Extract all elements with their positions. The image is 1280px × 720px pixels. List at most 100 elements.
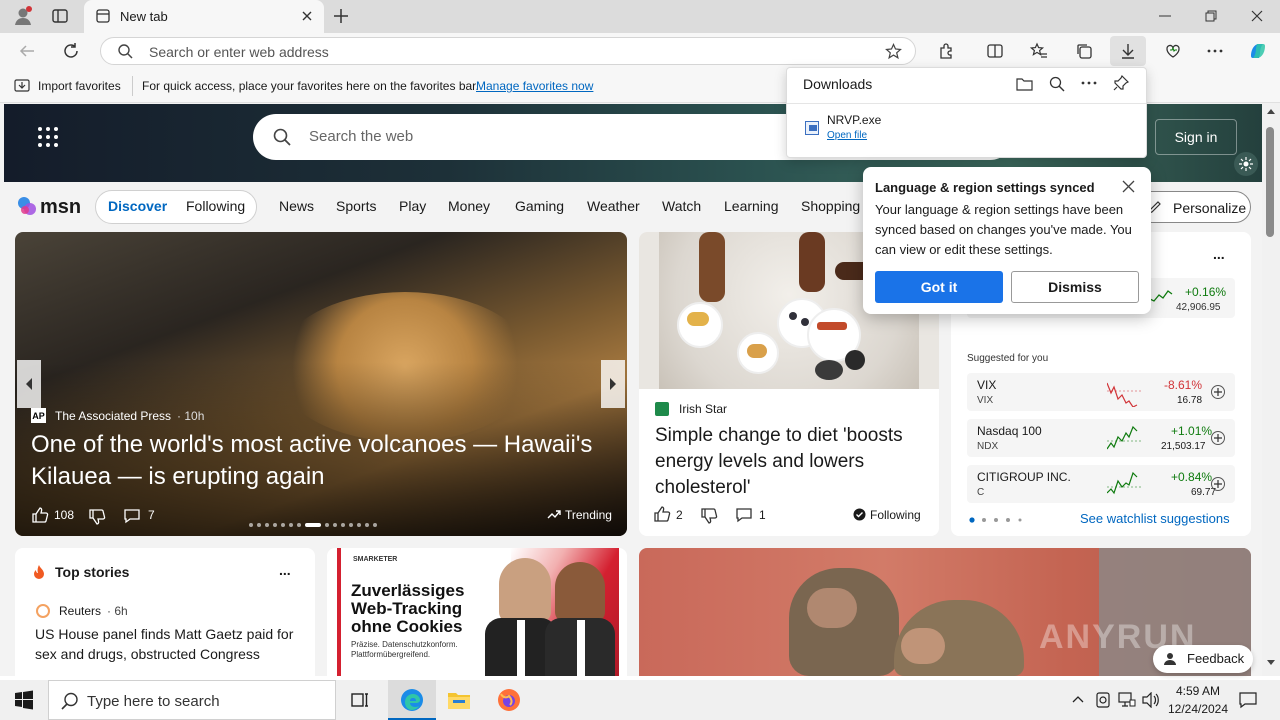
carousel-prev-button[interactable] bbox=[17, 360, 41, 408]
sign-in-button[interactable]: Sign in bbox=[1155, 119, 1237, 155]
msn-logo-text: msn bbox=[40, 196, 81, 218]
close-tab-icon[interactable] bbox=[300, 9, 314, 23]
feedback-button[interactable]: Feedback bbox=[1153, 645, 1253, 673]
msn-logo[interactable]: msn bbox=[16, 191, 82, 219]
edge-taskbar-button[interactable] bbox=[388, 680, 436, 720]
restore-icon[interactable] bbox=[1204, 9, 1218, 23]
top-story-headline[interactable]: US House panel finds Matt Gaetz paid for… bbox=[35, 624, 303, 664]
favorite-star-icon[interactable] bbox=[885, 43, 902, 60]
see-watchlist-suggestions-link[interactable]: See watchlist suggestions bbox=[1080, 511, 1230, 526]
irish-star-logo-icon bbox=[655, 402, 669, 416]
favorites-icon[interactable] bbox=[1024, 36, 1054, 66]
open-folder-icon[interactable] bbox=[1016, 76, 1033, 92]
personalize-label: Personalize bbox=[1173, 200, 1247, 216]
add-c-icon[interactable] bbox=[1211, 477, 1225, 491]
manage-favorites-link[interactable]: Manage favorites now bbox=[476, 79, 593, 93]
side-dislike-icon[interactable] bbox=[700, 507, 718, 525]
pin-icon[interactable] bbox=[1113, 75, 1129, 91]
taskbar-time[interactable]: 4:59 AM bbox=[1172, 684, 1224, 698]
page-scrollbar[interactable] bbox=[1262, 103, 1280, 676]
tab-actions-icon[interactable] bbox=[52, 8, 68, 24]
nav-learning[interactable]: Learning bbox=[724, 198, 779, 214]
address-bar[interactable]: Search or enter web address bbox=[100, 37, 916, 65]
minimize-icon[interactable] bbox=[1158, 9, 1172, 23]
copilot-icon[interactable] bbox=[1243, 36, 1273, 66]
like-icon[interactable] bbox=[31, 506, 49, 524]
comment-icon[interactable] bbox=[123, 507, 141, 525]
search-downloads-icon[interactable] bbox=[1049, 76, 1065, 92]
nav-money[interactable]: Money bbox=[448, 198, 490, 214]
personalize-button[interactable]: Personalize bbox=[1136, 191, 1251, 223]
close-window-icon[interactable] bbox=[1250, 9, 1264, 23]
network-icon[interactable] bbox=[1118, 692, 1136, 708]
watchlist-more-icon[interactable]: ... bbox=[1213, 246, 1225, 262]
more-menu-icon[interactable] bbox=[1200, 36, 1230, 66]
nav-watch[interactable]: Watch bbox=[662, 198, 701, 214]
extensions-icon[interactable] bbox=[932, 36, 962, 66]
close-popup-icon[interactable] bbox=[1122, 180, 1135, 193]
side-headline[interactable]: Simple change to diet 'boosts energy lev… bbox=[655, 423, 925, 501]
download-file-name[interactable]: NRVP.exe bbox=[827, 113, 881, 127]
nav-weather[interactable]: Weather bbox=[587, 198, 640, 214]
browser-essentials-icon[interactable] bbox=[1158, 36, 1188, 66]
new-tab-icon[interactable] bbox=[332, 7, 350, 25]
security-tray-icon[interactable] bbox=[1095, 691, 1111, 709]
split-screen-icon[interactable] bbox=[980, 36, 1010, 66]
refresh-icon[interactable] bbox=[62, 42, 80, 60]
nav-play[interactable]: Play bbox=[399, 198, 426, 214]
tab-discover[interactable]: Discover bbox=[108, 198, 167, 214]
downloads-flyout: Downloads NRVP.exe Open file bbox=[786, 67, 1147, 158]
top-stories-more-icon[interactable]: ... bbox=[279, 562, 291, 578]
firefox-icon[interactable] bbox=[497, 688, 521, 712]
tab-following[interactable]: Following bbox=[186, 198, 245, 214]
dismiss-button[interactable]: Dismiss bbox=[1011, 271, 1139, 303]
background-settings-icon[interactable] bbox=[1234, 152, 1258, 176]
windows-start-icon[interactable] bbox=[14, 690, 34, 710]
profile-icon[interactable] bbox=[12, 5, 34, 27]
downloads-more-icon[interactable] bbox=[1081, 81, 1097, 85]
stock-name: CITIGROUP INC. bbox=[977, 470, 1071, 484]
nav-news[interactable]: News bbox=[279, 198, 314, 214]
nav-gaming[interactable]: Gaming bbox=[515, 198, 564, 214]
add-ndx-icon[interactable] bbox=[1211, 431, 1225, 445]
volume-icon[interactable] bbox=[1142, 692, 1160, 708]
scroll-up-icon[interactable] bbox=[1267, 108, 1275, 114]
stock-row-c[interactable]: CITIGROUP INC. C +0.84% 69.77 bbox=[967, 465, 1235, 503]
import-favorites-button[interactable]: Import favorites bbox=[38, 79, 121, 93]
search-web-icon bbox=[273, 128, 291, 146]
downloads-button[interactable] bbox=[1110, 36, 1146, 66]
notifications-icon[interactable] bbox=[1239, 691, 1257, 709]
app-launcher-icon[interactable] bbox=[36, 125, 60, 149]
hero-story-card[interactable]: AP The Associated Press · 10h One of the… bbox=[15, 232, 627, 536]
taskbar-search-placeholder: Type here to search bbox=[87, 693, 220, 710]
taskbar-date[interactable]: 12/24/2024 bbox=[1164, 702, 1232, 716]
ad-subtext: Präzise. Datenschutzkonform. Plattformüb… bbox=[351, 640, 458, 659]
file-explorer-icon[interactable] bbox=[447, 689, 471, 711]
tab-title: New tab bbox=[120, 9, 168, 24]
watchlist-page-dots[interactable] bbox=[969, 517, 1025, 523]
nav-shopping[interactable]: Shopping bbox=[801, 198, 860, 214]
add-vix-icon[interactable] bbox=[1211, 385, 1225, 399]
stock-row-vix[interactable]: VIX VIX -8.61% 16.78 bbox=[967, 373, 1235, 411]
scroll-down-icon[interactable] bbox=[1267, 660, 1275, 666]
nav-sports[interactable]: Sports bbox=[336, 198, 376, 214]
scroll-thumb[interactable] bbox=[1266, 127, 1274, 237]
open-file-link[interactable]: Open file bbox=[827, 130, 867, 141]
chevron-up-icon[interactable] bbox=[1071, 693, 1085, 707]
got-it-button[interactable]: Got it bbox=[875, 271, 1003, 303]
taskbar-search[interactable]: Type here to search bbox=[48, 680, 336, 720]
back-icon[interactable] bbox=[18, 42, 36, 60]
dislike-icon[interactable] bbox=[88, 508, 106, 526]
tab-new-tab[interactable]: New tab bbox=[84, 0, 324, 33]
carousel-dots[interactable] bbox=[249, 515, 395, 527]
side-like-count: 2 bbox=[676, 508, 683, 522]
collections-icon[interactable] bbox=[1069, 36, 1099, 66]
side-like-icon[interactable] bbox=[653, 505, 671, 523]
carousel-next-button[interactable] bbox=[601, 360, 625, 408]
following-label[interactable]: Following bbox=[870, 508, 921, 522]
hero-headline[interactable]: One of the world's most active volcanoes… bbox=[31, 429, 621, 493]
task-view-icon[interactable] bbox=[350, 690, 370, 710]
stock-row-ndx[interactable]: Nasdaq 100 NDX +1.01% 21,503.17 bbox=[967, 419, 1235, 457]
side-comment-icon[interactable] bbox=[735, 506, 753, 524]
ad-card[interactable]: SMARKETER Zuverlässiges Web-Tracking ohn… bbox=[327, 548, 627, 676]
